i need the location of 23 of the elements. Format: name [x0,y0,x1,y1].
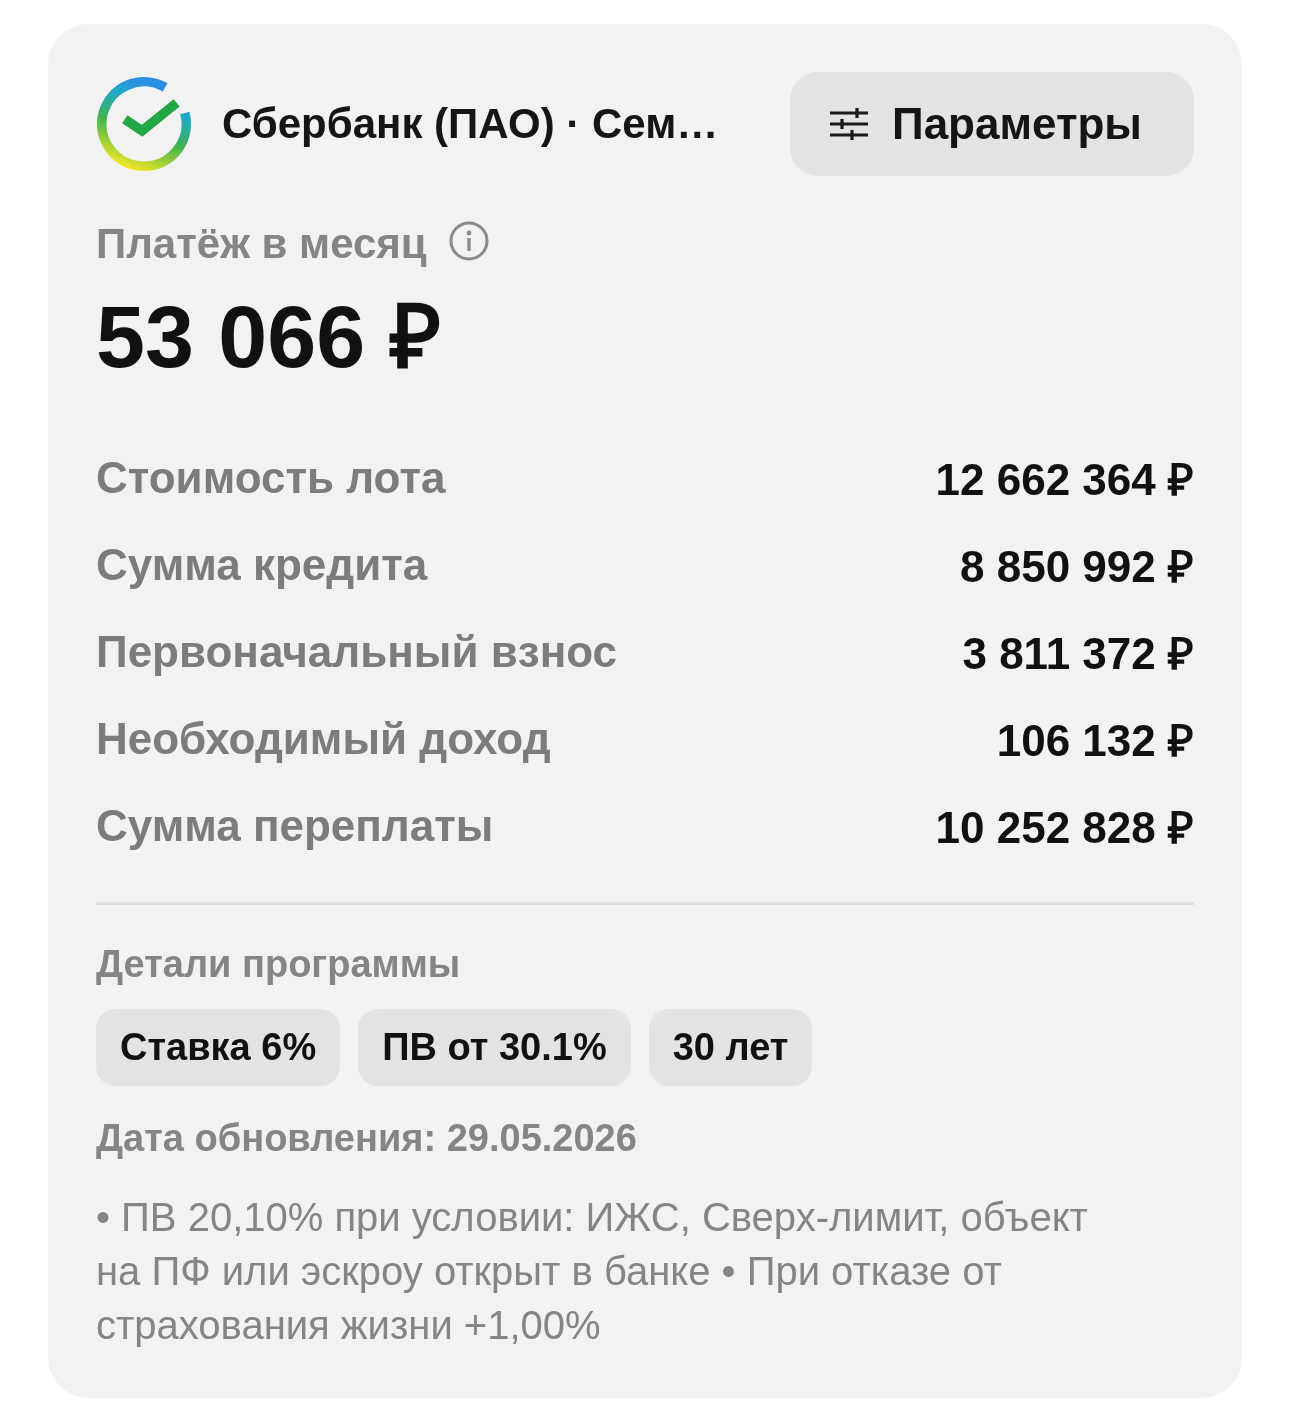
row-value: 10 252 828 ₽ [935,801,1194,854]
payment-label: Платёж в месяц [96,219,427,269]
row-value: 3 811 372 ₽ [962,627,1194,680]
info-icon[interactable] [448,221,489,261]
row-value: 106 132 ₽ [996,714,1194,767]
row-label: Сумма кредита [96,539,428,590]
parameters-button[interactable]: Параметры [790,72,1194,176]
row-label: Сумма переплаты [96,800,494,851]
sliders-icon [830,108,868,140]
row-value: 12 662 364 ₽ [935,453,1194,506]
program-tag: 30 лет [648,1009,813,1086]
row-label: Необходимый доход [96,713,551,764]
payment-amount: 53 066 ₽ [96,287,442,387]
update-date: Дата обновления: 29.05.2026 [96,1116,638,1161]
program-tag: Ставка 6% [96,1009,341,1086]
check-circle-icon [96,76,192,172]
details-title: Детали программы [96,942,462,987]
row-label: Стоимость лота [96,452,446,503]
row-label: Первоначальный взнос [96,626,617,677]
row-value: 8 850 992 ₽ [960,540,1194,593]
program-tag: ПВ от 30.1% [358,1009,631,1086]
bank-title: Сбербанк (ПАО) · Сем… [222,100,719,148]
conditions-note: • ПВ 20,10% при условии: ИЖС, Сверх-лимит, объект на ПФ или эскроу открыт в банке • При отказе от страхования жизни +1,00% [96,1194,1089,1349]
